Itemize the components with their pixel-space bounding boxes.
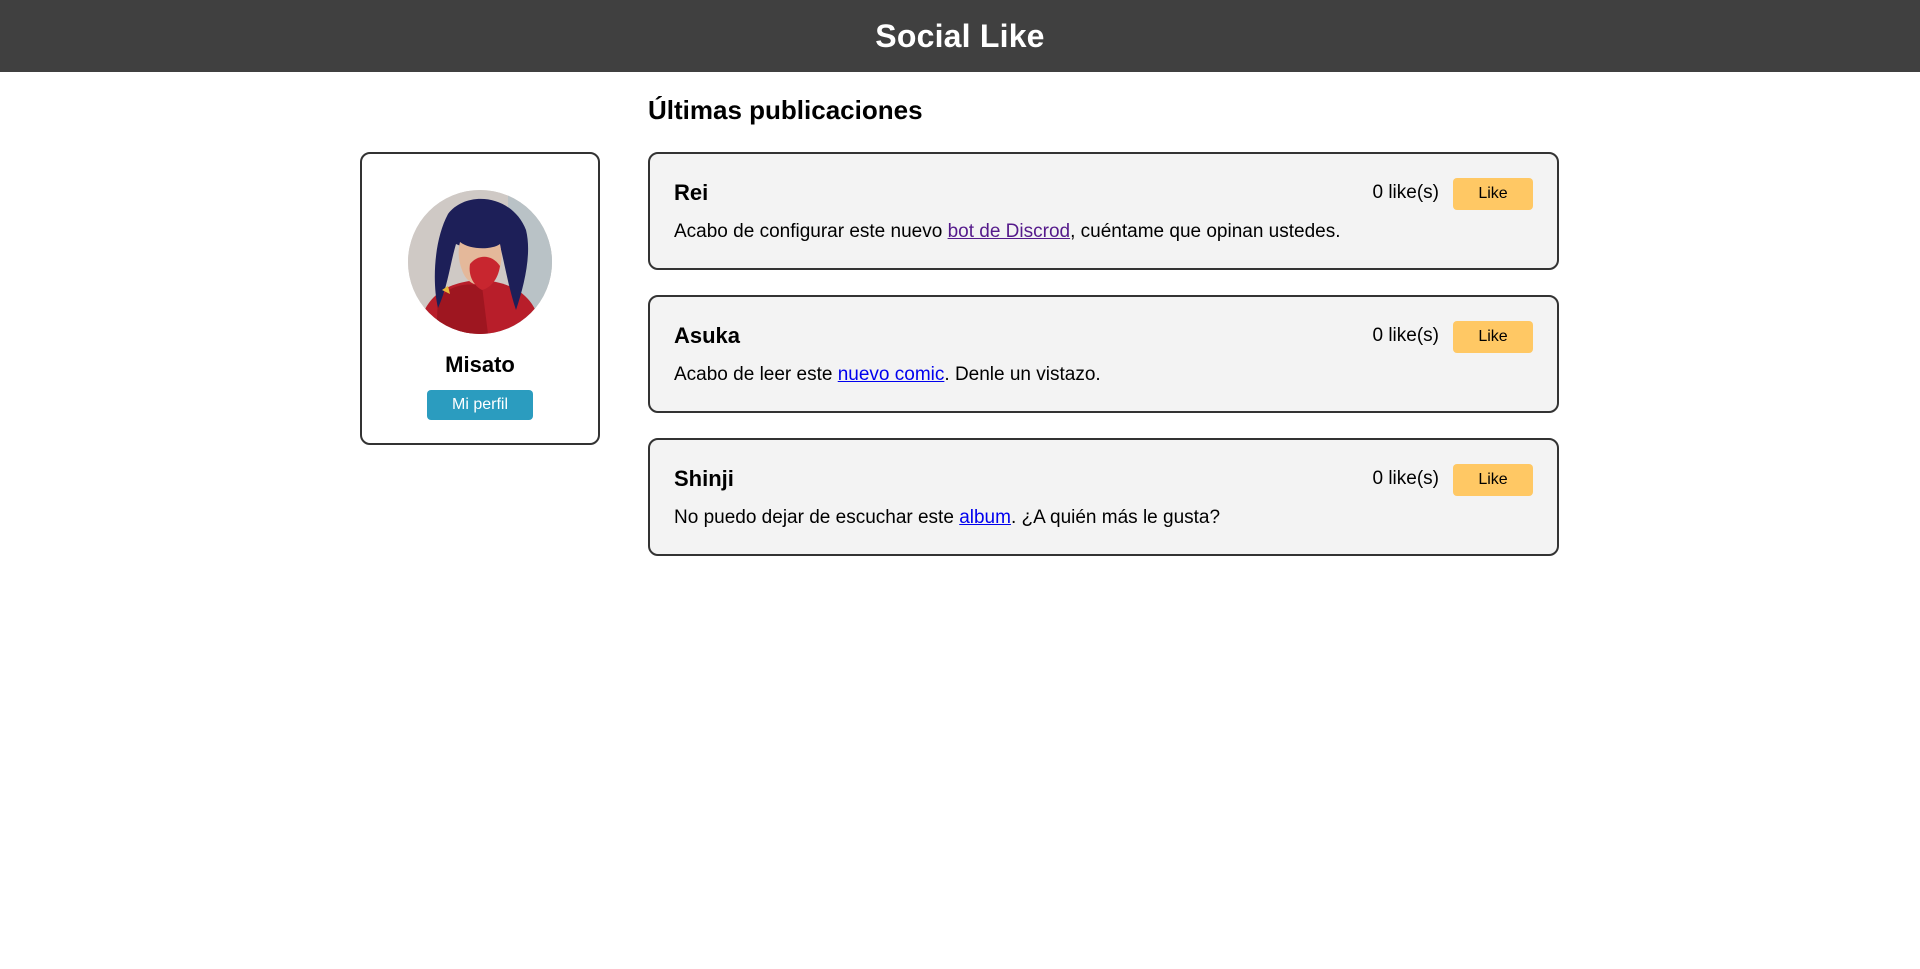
- post-card: Rei 0 like(s) Like Acabo de configurar e…: [648, 152, 1559, 270]
- app-header: Social Like: [0, 0, 1920, 72]
- profile-card: Misato Mi perfil: [360, 152, 600, 445]
- like-button[interactable]: Like: [1453, 178, 1533, 210]
- like-button[interactable]: Like: [1453, 321, 1533, 353]
- post-text: Acabo de configurar este nuevo bot de Di…: [674, 221, 1341, 243]
- like-button[interactable]: Like: [1453, 464, 1533, 496]
- post-text-before: Acabo de leer este: [674, 364, 838, 385]
- post-link[interactable]: nuevo comic: [838, 364, 945, 385]
- post-link[interactable]: album: [959, 507, 1011, 528]
- my-profile-button[interactable]: Mi perfil: [427, 390, 533, 420]
- post-text-after: , cuéntame que opinan ustedes.: [1070, 221, 1341, 242]
- post-text-before: Acabo de configurar este nuevo: [674, 221, 948, 242]
- post-card: Shinji 0 like(s) Like No puedo dejar de …: [648, 438, 1559, 556]
- post-text-after: . ¿A quién más le gusta?: [1010, 507, 1221, 528]
- post-link[interactable]: bot de Discrod: [948, 221, 1071, 242]
- post-text-after: . Denle un vistazo.: [944, 364, 1101, 385]
- post-text: No puedo dejar de escuchar este album. ¿…: [674, 507, 1220, 529]
- app-title: Social Like: [875, 17, 1045, 54]
- feed-title: Últimas publicaciones: [648, 95, 923, 125]
- post-card: Asuka 0 like(s) Like Acabo de leer este …: [648, 295, 1559, 413]
- post-text: Acabo de leer este nuevo comic. Denle un…: [674, 364, 1101, 386]
- post-text-before: No puedo dejar de escuchar este: [674, 507, 960, 528]
- like-count: 0 like(s): [1372, 468, 1439, 489]
- like-count: 0 like(s): [1372, 182, 1439, 203]
- avatar: [408, 190, 552, 334]
- post-author: Asuka: [674, 323, 741, 348]
- like-count: 0 like(s): [1372, 325, 1439, 346]
- avatar-image: [408, 190, 552, 334]
- post-author: Rei: [674, 180, 709, 205]
- profile-name: Misato: [445, 352, 515, 377]
- post-author: Shinji: [674, 466, 734, 491]
